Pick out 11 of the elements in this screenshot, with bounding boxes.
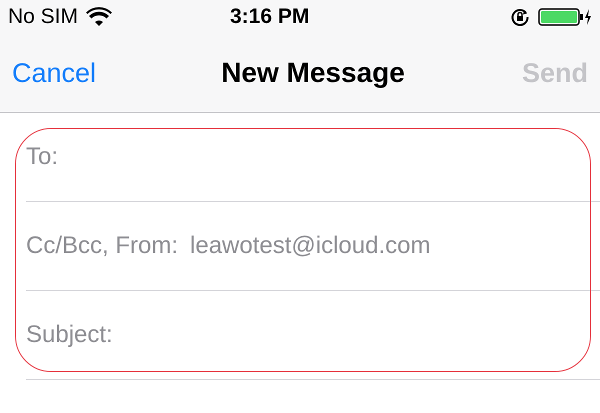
field-label: Subject: [26,320,113,350]
rotation-lock-icon [510,7,530,27]
field-label: Cc/Bcc, From: [26,231,178,261]
battery-icon [538,7,592,27]
cancel-button[interactable]: Cancel [12,52,96,94]
carrier-text: No SIM [8,4,78,30]
nav-title: New Message [220,56,405,90]
field-value[interactable]: leawotest@icloud.com [190,228,430,264]
field-label: To: [26,142,58,172]
clock-text: 3:16 PM [230,4,310,30]
wifi-icon [86,7,112,27]
